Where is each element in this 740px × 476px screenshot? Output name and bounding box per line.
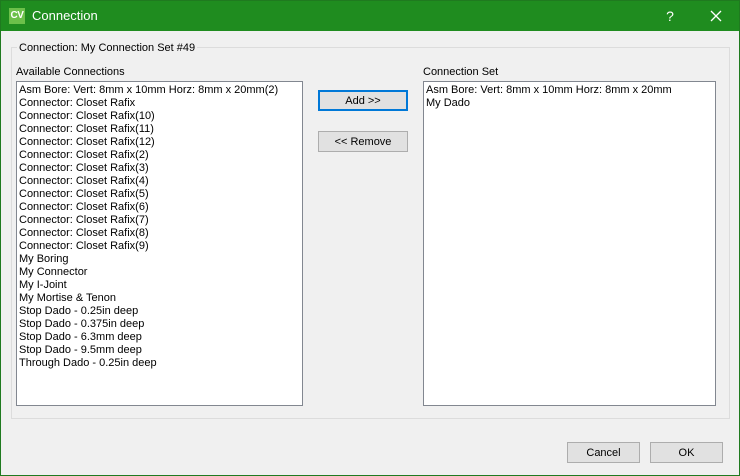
list-item[interactable]: Connector: Closet Rafix(10) — [19, 110, 302, 123]
list-item[interactable]: My Connector — [19, 266, 302, 279]
add-button[interactable]: Add >> — [318, 90, 408, 111]
list-item[interactable]: Stop Dado - 0.375in deep — [19, 318, 302, 331]
connection-set-label: Connection Set — [423, 66, 499, 78]
close-icon — [710, 10, 722, 22]
available-connections-list[interactable]: Asm Bore: Vert: 8mm x 10mm Horz: 8mm x 2… — [16, 81, 303, 406]
list-item[interactable]: Connector: Closet Rafix(9) — [19, 240, 302, 253]
list-item[interactable]: My I-Joint — [19, 279, 302, 292]
list-item[interactable]: Through Dado - 0.25in deep — [19, 357, 302, 370]
remove-button[interactable]: << Remove — [318, 131, 408, 152]
list-item[interactable]: Asm Bore: Vert: 8mm x 10mm Horz: 8mm x 2… — [426, 84, 715, 97]
list-item[interactable]: My Mortise & Tenon — [19, 292, 302, 305]
list-item[interactable]: Connector: Closet Rafix(7) — [19, 214, 302, 227]
list-item[interactable]: My Boring — [19, 253, 302, 266]
list-item[interactable]: Stop Dado - 0.25in deep — [19, 305, 302, 318]
window-title: Connection — [32, 8, 98, 23]
list-item[interactable]: Stop Dado - 9.5mm deep — [19, 344, 302, 357]
list-item[interactable]: Connector: Closet Rafix — [19, 97, 302, 110]
list-item[interactable]: Connector: Closet Rafix(6) — [19, 201, 302, 214]
title-bar[interactable]: CV Connection ? — [1, 1, 739, 31]
list-item[interactable]: Connector: Closet Rafix(2) — [19, 149, 302, 162]
ok-button[interactable]: OK — [650, 442, 723, 463]
connection-set-list[interactable]: Asm Bore: Vert: 8mm x 10mm Horz: 8mm x 2… — [423, 81, 716, 406]
help-button[interactable]: ? — [647, 1, 693, 31]
list-item[interactable]: Connector: Closet Rafix(4) — [19, 175, 302, 188]
list-item[interactable]: Stop Dado - 6.3mm deep — [19, 331, 302, 344]
list-item[interactable]: Connector: Closet Rafix(8) — [19, 227, 302, 240]
list-item[interactable]: Connector: Closet Rafix(11) — [19, 123, 302, 136]
list-item[interactable]: Connector: Closet Rafix(5) — [19, 188, 302, 201]
app-icon: CV — [9, 8, 25, 24]
list-item[interactable]: Asm Bore: Vert: 8mm x 10mm Horz: 8mm x 2… — [19, 84, 302, 97]
list-item[interactable]: My Dado — [426, 97, 715, 110]
connection-dialog: CV Connection ? Connection: My Connectio… — [0, 0, 740, 476]
available-connections-label: Available Connections — [16, 66, 125, 78]
cancel-button[interactable]: Cancel — [567, 442, 640, 463]
list-item[interactable]: Connector: Closet Rafix(12) — [19, 136, 302, 149]
list-item[interactable]: Connector: Closet Rafix(3) — [19, 162, 302, 175]
close-button[interactable] — [693, 1, 739, 31]
connection-group-label: Connection: My Connection Set #49 — [17, 42, 198, 54]
